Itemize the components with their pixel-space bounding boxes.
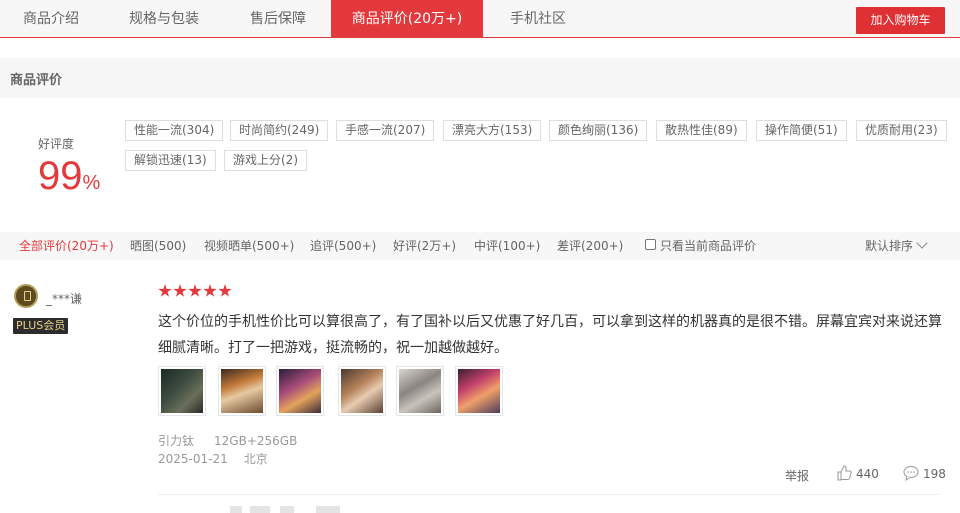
- review-image-thumbnail[interactable]: [276, 366, 324, 416]
- review-tag[interactable]: 游戏上分(2): [224, 150, 307, 171]
- review-meta: 2025-01-21 北京: [158, 450, 284, 467]
- chevron-down-icon: [916, 237, 928, 249]
- divider: [158, 494, 940, 495]
- review-image-thumbnail[interactable]: [338, 366, 386, 416]
- review-tag[interactable]: 优质耐用(23): [856, 120, 947, 141]
- review-content: 这个价位的手机性价比可以算很高了，有了国补以后又优惠了好几百，可以拿到这样的机器…: [158, 314, 942, 356]
- tab-after-sales[interactable]: 售后保障: [226, 0, 330, 38]
- like-count: 440: [856, 467, 879, 481]
- thumbs-up-icon: [837, 465, 852, 481]
- star-icon: [203, 284, 217, 297]
- filter-all[interactable]: 全部评价(20万+): [19, 232, 114, 260]
- section-title: 商品评价: [10, 73, 63, 88]
- review-tag[interactable]: 颜色绚丽(136): [549, 120, 648, 141]
- sort-label: 默认排序: [865, 239, 914, 253]
- review-tag[interactable]: 操作简便(51): [756, 120, 847, 141]
- rating-percentage: 99%: [38, 152, 100, 207]
- rating-unit: %: [82, 172, 101, 194]
- next-review-partial: [230, 506, 340, 513]
- review-section-header: 商品评价: [0, 58, 960, 98]
- review-image-thumbnail[interactable]: [396, 366, 444, 416]
- purchased-spec: 引力钛 12GB+256GB: [158, 432, 317, 449]
- star-icon: [218, 284, 232, 297]
- review-date: 2025-01-21: [158, 452, 228, 466]
- review-filter-bar: 全部评价(20万+) 晒图(500) 视频晒单(500+) 追评(500+) 好…: [0, 232, 960, 260]
- comment-count: 198: [923, 467, 946, 481]
- rating-value: 99: [38, 154, 83, 198]
- tab-spec-package[interactable]: 规格与包装: [102, 0, 226, 38]
- report-link[interactable]: 举报: [785, 467, 809, 484]
- review-location: 北京: [243, 452, 268, 466]
- rating-label: 好评度: [38, 137, 75, 151]
- only-current-label[interactable]: 只看当前商品评价: [660, 232, 756, 260]
- star-icon: [188, 284, 202, 297]
- filter-negative[interactable]: 差评(200+): [557, 232, 623, 260]
- add-to-cart-button[interactable]: 加入购物车: [856, 7, 945, 34]
- sort-dropdown[interactable]: 默认排序: [865, 232, 928, 260]
- tab-reviews[interactable]: 商品评价(20万+): [331, 0, 483, 38]
- review-tag[interactable]: 漂亮大方(153): [443, 120, 542, 141]
- review-image-thumbnail[interactable]: [158, 366, 206, 416]
- review-tag[interactable]: 手感一流(207): [336, 120, 435, 141]
- filter-neutral[interactable]: 中评(100+): [474, 232, 540, 260]
- review-tag[interactable]: 散热性佳(89): [656, 120, 747, 141]
- filter-positive[interactable]: 好评(2万+): [393, 232, 456, 260]
- spec-color: 引力钛: [158, 434, 195, 448]
- star-rating: [158, 284, 233, 300]
- review-tag[interactable]: 性能一流(304): [125, 120, 224, 141]
- review-tag[interactable]: 时尚简约(249): [230, 120, 329, 141]
- review-tag[interactable]: 解锁迅速(13): [125, 150, 216, 171]
- review-username: _***谦: [46, 292, 83, 306]
- filter-followup[interactable]: 追评(500+): [310, 232, 376, 260]
- product-tab-bar: 商品介绍 规格与包装 售后保障 商品评价(20万+) 手机社区 加入购物车: [0, 0, 960, 38]
- star-icon: [173, 284, 187, 297]
- comment-icon: [903, 466, 919, 481]
- spec-storage: 12GB+256GB: [214, 434, 298, 448]
- tab-phone-community[interactable]: 手机社区: [483, 0, 593, 38]
- filter-photos[interactable]: 晒图(500): [130, 232, 186, 260]
- star-icon: [158, 284, 172, 297]
- only-current-checkbox[interactable]: [645, 239, 656, 250]
- review-image-thumbnail[interactable]: [218, 366, 266, 416]
- avatar[interactable]: [14, 284, 38, 308]
- plus-member-badge: PLUS会员: [13, 318, 69, 334]
- filter-videos[interactable]: 视频晒单(500+): [204, 232, 294, 260]
- review-image-thumbnail[interactable]: [455, 366, 503, 416]
- tab-product-intro[interactable]: 商品介绍: [0, 0, 102, 38]
